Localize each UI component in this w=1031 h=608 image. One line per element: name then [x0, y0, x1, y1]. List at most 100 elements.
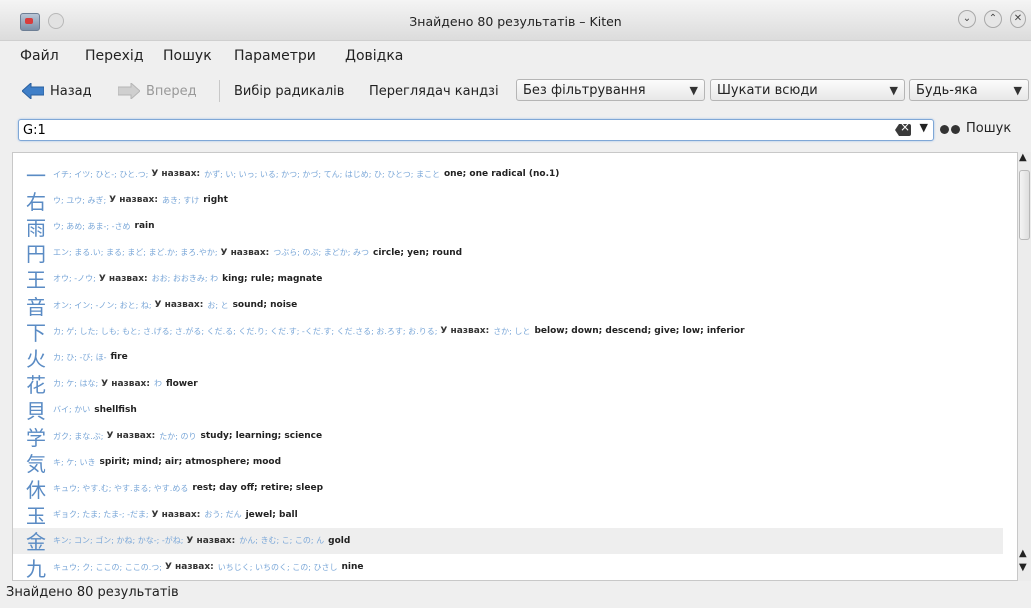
result-kanji[interactable]: 下: [23, 317, 49, 346]
result-meaning: one; one radical (no.1): [443, 169, 560, 179]
kanji-browser-button[interactable]: Переглядач кандзі: [369, 79, 499, 103]
result-readings[interactable]: キン; コン; ゴン; かね; かな-; -がね;: [53, 535, 183, 546]
result-name-readings[interactable]: つぶら; のぶ; まどか; みつ: [273, 247, 369, 258]
scrollbar-thumb[interactable]: [1019, 170, 1030, 240]
result-kanji[interactable]: 円: [23, 238, 49, 267]
result-readings[interactable]: ウ; ユウ; みぎ;: [53, 195, 106, 206]
maximize-icon[interactable]: ⌃: [984, 10, 1002, 28]
scroll-down-icon[interactable]: ▼: [1019, 562, 1027, 573]
result-name-readings[interactable]: おお; おおきみ; わ: [152, 273, 218, 284]
result-row[interactable]: 気キ; ケ; いき spirit; mind; air; atmosphere; …: [13, 448, 1003, 477]
result-row[interactable]: 円エン; まる.い; まる; まど; まど.か; まろ.やか; У назвах:…: [13, 240, 1003, 266]
result-meaning: spirit; mind; air; atmosphere; mood: [99, 457, 282, 468]
result-row[interactable]: 花カ; ケ; はな; У назвах: わ flower: [13, 371, 1003, 397]
result-readings[interactable]: ギョク; たま; たま-; -だま;: [53, 509, 149, 520]
result-name-readings[interactable]: いちじく; いちのく; この; ひさし: [218, 562, 338, 573]
minimize-icon[interactable]: ⌄: [958, 10, 976, 28]
name-readings-label: У назвах:: [109, 195, 158, 206]
menu-settings[interactable]: Параметри: [234, 48, 316, 64]
result-name-readings[interactable]: さか; しと: [493, 326, 530, 337]
search-button-label: Пошук: [966, 121, 1012, 136]
result-name-readings[interactable]: かん; きむ; こ; この; ん: [239, 535, 324, 546]
vertical-scrollbar[interactable]: ▲ ▲ ▼: [1018, 152, 1031, 581]
scope-combo[interactable]: Шукати всюди ▼: [710, 79, 905, 101]
result-row[interactable]: 一イチ; イツ; ひと-; ひと.つ; У назвах: かず; い; いっ; い…: [13, 160, 1003, 189]
result-name-readings[interactable]: かず; い; いっ; いる; かつ; かづ; てん; はじめ; ひ; ひとつ; …: [204, 169, 440, 180]
chevron-down-icon: ▼: [689, 84, 698, 97]
result-row[interactable]: 貝バイ; かい shellfish: [13, 397, 1003, 423]
filter-combo[interactable]: Без фільтрування ▼: [516, 79, 705, 101]
menu-help[interactable]: Довідка: [345, 48, 403, 64]
result-kanji[interactable]: 音: [23, 291, 49, 320]
result-readings[interactable]: エン; まる.い; まる; まど; まど.か; まろ.やか;: [53, 247, 218, 258]
results-list[interactable]: 一イチ; イツ; ひと-; ひと.つ; У назвах: かず; い; いっ; い…: [12, 152, 1018, 581]
title-bar: Знайдено 80 результатів – Kiten ⌄ ⌃ ✕: [0, 0, 1031, 41]
scroll-up-icon[interactable]: ▲: [1019, 548, 1027, 559]
result-readings[interactable]: ガク; まな.ぶ;: [53, 431, 103, 442]
menu-search[interactable]: Пошук: [163, 48, 212, 64]
back-arrow-icon: [22, 83, 44, 99]
result-row[interactable]: 金キン; コン; ゴン; かね; かな-; -がね; У назвах: かん; き…: [13, 526, 1003, 555]
match-combo[interactable]: Будь-яка ▼: [909, 79, 1029, 101]
name-readings-label: У назвах:: [101, 378, 150, 389]
search-box[interactable]: ▼: [18, 119, 934, 141]
result-readings[interactable]: カ; ひ; -び; ほ-: [53, 352, 107, 363]
toolbar-separator: [219, 80, 220, 102]
result-kanji[interactable]: 貝: [23, 395, 49, 424]
result-kanji[interactable]: 一: [23, 160, 49, 189]
chevron-down-icon: ▼: [889, 84, 898, 97]
result-kanji[interactable]: 学: [23, 422, 49, 451]
result-readings[interactable]: オン; イン; -ノン; おと; ね;: [53, 300, 152, 311]
result-row[interactable]: 九キュウ; ク; ここの; ここの.つ; У назвах: いちじく; いちのく;…: [13, 553, 1003, 581]
result-kanji[interactable]: 右: [23, 186, 49, 215]
clear-icon[interactable]: [895, 124, 911, 136]
result-kanji[interactable]: 花: [23, 369, 49, 398]
result-readings[interactable]: ウ; あめ; あま-; -さめ: [53, 221, 131, 232]
back-button[interactable]: Назад: [22, 79, 92, 103]
result-kanji[interactable]: 九: [23, 553, 49, 581]
result-readings[interactable]: オウ; -ノウ;: [53, 273, 96, 284]
result-row[interactable]: 右ウ; ユウ; みぎ; У назвах: あき; すけ right: [13, 186, 1003, 215]
search-input[interactable]: [23, 122, 883, 138]
result-row[interactable]: 玉ギョク; たま; たま-; -だま; У назвах: おう; だん jewel;…: [13, 502, 1003, 528]
result-kanji[interactable]: 休: [23, 474, 49, 503]
match-combo-value: Будь-яка: [916, 83, 978, 98]
result-readings[interactable]: カ; ケ; はな;: [53, 378, 98, 389]
result-row[interactable]: 休キュウ; やす.む; やす.まる; やす.める rest; day off; r…: [13, 474, 1003, 503]
result-row[interactable]: 下カ; ゲ; した; しも; もと; さ.げる; さ.がる; くだ.る; くだ.…: [13, 317, 1003, 346]
menu-file[interactable]: Файл: [20, 48, 59, 64]
result-readings[interactable]: キュウ; やす.む; やす.まる; やす.める: [53, 483, 188, 494]
result-readings[interactable]: キ; ケ; いき: [53, 457, 95, 468]
result-kanji[interactable]: 王: [23, 264, 49, 293]
result-row[interactable]: 王オウ; -ノウ; У назвах: おお; おおきみ; わ king; rule;…: [13, 266, 1003, 292]
result-row[interactable]: 火カ; ひ; -び; ほ-fire: [13, 343, 1003, 372]
forward-button[interactable]: Вперед: [118, 79, 197, 103]
scroll-up-icon[interactable]: ▲: [1019, 152, 1027, 163]
scope-combo-value: Шукати всюди: [717, 83, 818, 98]
radical-selector-button[interactable]: Вибір радикалів: [234, 79, 344, 103]
result-readings[interactable]: カ; ゲ; した; しも; もと; さ.げる; さ.がる; くだ.る; くだ.り…: [53, 326, 437, 337]
result-name-readings[interactable]: おう; だん: [204, 509, 241, 520]
result-row[interactable]: 雨ウ; あめ; あま-; -さめ rain: [13, 212, 1003, 241]
name-readings-label: У назвах:: [186, 535, 236, 546]
result-name-readings[interactable]: あき; すけ: [162, 195, 199, 206]
result-name-readings[interactable]: たか; のり: [159, 431, 196, 442]
menu-go[interactable]: Перехід: [85, 48, 144, 64]
result-kanji[interactable]: 雨: [23, 212, 49, 241]
result-row[interactable]: 音オン; イン; -ノン; おと; ね; У назвах: お; と sound; …: [13, 291, 1003, 320]
result-kanji[interactable]: 火: [23, 343, 49, 372]
result-name-readings[interactable]: お; と: [207, 300, 228, 311]
result-readings[interactable]: バイ; かい: [53, 404, 90, 415]
search-button[interactable]: Пошук: [940, 121, 1011, 136]
forward-label: Вперед: [146, 83, 197, 99]
result-kanji[interactable]: 玉: [23, 500, 49, 529]
status-text: Знайдено 80 результатів: [6, 585, 179, 600]
result-readings[interactable]: キュウ; ク; ここの; ここの.つ;: [53, 562, 162, 573]
result-readings[interactable]: イチ; イツ; ひと-; ひと.つ;: [53, 169, 148, 180]
result-kanji[interactable]: 気: [23, 448, 49, 477]
result-kanji[interactable]: 金: [23, 526, 49, 555]
chevron-down-icon[interactable]: ▼: [920, 121, 928, 134]
result-row[interactable]: 学ガク; まな.ぶ; У назвах: たか; のり study; learning…: [13, 422, 1003, 451]
close-icon[interactable]: ✕: [1010, 10, 1026, 28]
result-name-readings[interactable]: わ: [154, 378, 162, 389]
